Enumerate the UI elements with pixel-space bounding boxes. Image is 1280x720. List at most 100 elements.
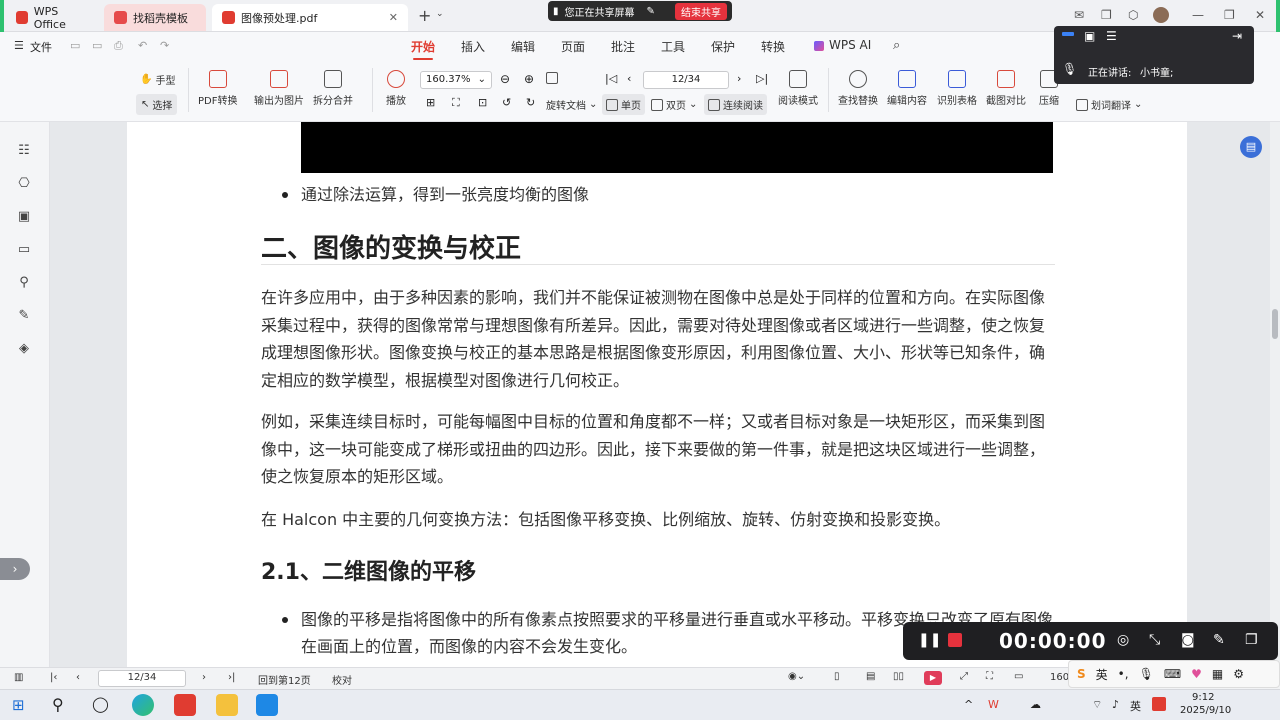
single-page-view-icon[interactable]: ▯ <box>834 671 840 682</box>
new-tab-icon[interactable]: + <box>418 6 431 25</box>
zoom-out-icon[interactable]: ⊖ <box>500 72 510 86</box>
search-icon[interactable]: ⚲ <box>52 695 64 714</box>
fit-width-icon[interactable]: ⊞ <box>426 96 435 109</box>
microphone-icon[interactable]: 🎙 <box>1139 667 1154 681</box>
menu-convert[interactable]: 转换 <box>761 38 785 55</box>
wps-taskbar-icon[interactable] <box>174 694 196 716</box>
undo-icon[interactable]: ↶ <box>138 39 147 52</box>
floating-assistant-icon[interactable]: ▤ <box>1240 136 1262 158</box>
double-view-icon[interactable]: ▯▯ <box>893 671 904 682</box>
rotate-doc-icon-button[interactable] <box>546 72 558 84</box>
ocr-table-button[interactable]: 识别表格 <box>937 70 977 107</box>
screenshot-compare-button[interactable]: 截图对比 <box>986 70 1026 107</box>
find-replace-button[interactable]: 查找替换 <box>838 70 878 107</box>
pdf-convert-button[interactable]: PDF转换 <box>198 70 237 107</box>
first-page-icon[interactable]: |◁ <box>605 72 617 85</box>
menu-insert[interactable]: 插入 <box>461 38 485 55</box>
layout-icon[interactable]: ▥ <box>14 672 23 683</box>
shrink-icon[interactable]: ⤡ <box>1149 632 1160 648</box>
double-page-button[interactable]: 双页 ⌄ <box>651 97 697 112</box>
select-tool-button[interactable]: ↖ 选择 <box>136 94 178 115</box>
collapse-icon[interactable]: ⇥ <box>1232 29 1242 43</box>
grid-icon[interactable]: ▦ <box>1212 667 1223 681</box>
back-to-page-link[interactable]: 回到第12页 <box>258 672 311 687</box>
tab-wps-office[interactable]: WPS Office <box>6 4 98 31</box>
continuous-read-button[interactable]: 连续阅读 <box>704 94 767 115</box>
menu-icon[interactable]: ☰ <box>1106 29 1117 43</box>
next-page-icon[interactable]: › <box>737 72 741 85</box>
zoom-select[interactable]: 160.37% ⌄ <box>420 71 492 89</box>
pen-icon[interactable]: ✎ <box>1213 632 1225 648</box>
window-icon[interactable]: ❐ <box>1245 632 1258 648</box>
app-icon[interactable] <box>256 694 278 716</box>
outline-icon[interactable]: ☷ <box>17 144 31 158</box>
expand-sidebar-button[interactable]: › <box>0 558 30 580</box>
menu-home[interactable]: 开始 <box>411 38 435 60</box>
prev-page-icon[interactable]: ‹ <box>76 672 80 683</box>
translate-button[interactable]: 划词翻译 ⌄ <box>1076 97 1142 112</box>
volume-icon[interactable]: ♪ <box>1112 698 1119 711</box>
pen-icon[interactable]: ✎ <box>647 6 655 17</box>
redo-icon[interactable]: ↷ <box>160 39 169 52</box>
page-number-input[interactable]: 12/34 <box>643 71 729 89</box>
print-icon[interactable]: ⎙ <box>114 39 123 53</box>
wps-tray-icon[interactable]: W <box>988 698 999 711</box>
skin-icon[interactable]: ♥ <box>1191 667 1202 681</box>
play-button[interactable]: 播放 <box>386 70 406 107</box>
file-explorer-icon[interactable] <box>216 694 238 716</box>
signature-icon[interactable]: ✎ <box>17 309 31 323</box>
rotate-right-icon[interactable]: ↻ <box>526 96 535 109</box>
wifi-icon[interactable]: ⌔ <box>1092 698 1102 712</box>
window-icon[interactable]: ▣ <box>1084 29 1095 43</box>
punctuation-icon[interactable]: •, <box>1118 667 1129 681</box>
keyboard-icon[interactable]: ⌨ <box>1164 667 1181 681</box>
ime-tray-icon[interactable]: 英 <box>1130 698 1141 714</box>
menu-edit[interactable]: 编辑 <box>511 38 535 55</box>
attachment-icon[interactable]: ⚲ <box>17 276 31 290</box>
read-mode-button[interactable]: 阅读模式 <box>778 70 818 107</box>
bookmark-icon[interactable]: ⎔ <box>17 177 31 191</box>
continuous-view-icon[interactable]: ▤ <box>866 671 875 682</box>
close-window-icon[interactable]: ✕ <box>1255 8 1265 22</box>
rotate-left-icon[interactable]: ↺ <box>502 96 511 109</box>
fit-icon[interactable]: ⤢ <box>960 671 968 682</box>
chevron-down-icon[interactable]: ⌄ <box>436 9 444 19</box>
menu-wps-ai[interactable]: WPS AI <box>829 38 871 52</box>
next-page-icon[interactable]: › <box>202 672 206 683</box>
sogou-tray-icon[interactable] <box>1152 697 1166 711</box>
search-icon[interactable]: ⌕ <box>893 38 900 53</box>
avatar[interactable] <box>1153 7 1169 23</box>
prev-page-icon[interactable]: ‹ <box>627 72 631 85</box>
last-page-icon[interactable]: ▷| <box>756 72 768 85</box>
export-image-button[interactable]: 输出为图片 <box>254 70 304 107</box>
file-menu[interactable]: 文件 <box>30 39 52 55</box>
menu-annotate[interactable]: 批注 <box>611 38 635 55</box>
menu-page[interactable]: 页面 <box>561 38 585 55</box>
save-icon[interactable]: ▭ <box>92 39 102 52</box>
camera-lens-icon[interactable]: ◎ <box>1117 632 1129 648</box>
edit-content-button[interactable]: 编辑内容 <box>887 70 927 107</box>
edge-icon[interactable] <box>132 694 154 716</box>
single-page-button[interactable]: 单页 <box>602 94 645 115</box>
end-share-button[interactable]: 结束共享 <box>675 2 727 20</box>
minimize-icon[interactable]: — <box>1192 8 1204 22</box>
play-icon[interactable]: ▶ <box>924 671 942 685</box>
menu-protect[interactable]: 保护 <box>711 38 735 55</box>
cube-icon[interactable]: ⬡ <box>1128 8 1138 22</box>
vertical-scrollbar[interactable] <box>1270 122 1280 667</box>
layers-icon[interactable]: ◈ <box>17 342 31 356</box>
toolbox-icon[interactable]: ⚙ <box>1233 667 1244 681</box>
comment-icon[interactable]: ▭ <box>17 243 31 257</box>
stop-icon[interactable] <box>948 633 962 647</box>
menu-tools[interactable]: 工具 <box>661 38 685 55</box>
windows-start-icon[interactable]: ⊞ <box>12 697 28 713</box>
window-icon[interactable]: ❐ <box>1101 8 1112 22</box>
minimize-panel-icon[interactable] <box>1062 32 1074 36</box>
proofread-button[interactable]: 校对 <box>332 672 352 687</box>
first-page-icon[interactable]: |‹ <box>50 672 57 683</box>
pause-icon[interactable]: ❚❚ <box>918 632 941 648</box>
split-merge-button[interactable]: 拆分合并 <box>313 70 353 107</box>
screen-icon[interactable]: ▭ <box>1014 671 1023 682</box>
cloud-icon[interactable]: ☁ <box>1030 698 1041 711</box>
page-input[interactable]: 12/34 <box>98 670 186 687</box>
